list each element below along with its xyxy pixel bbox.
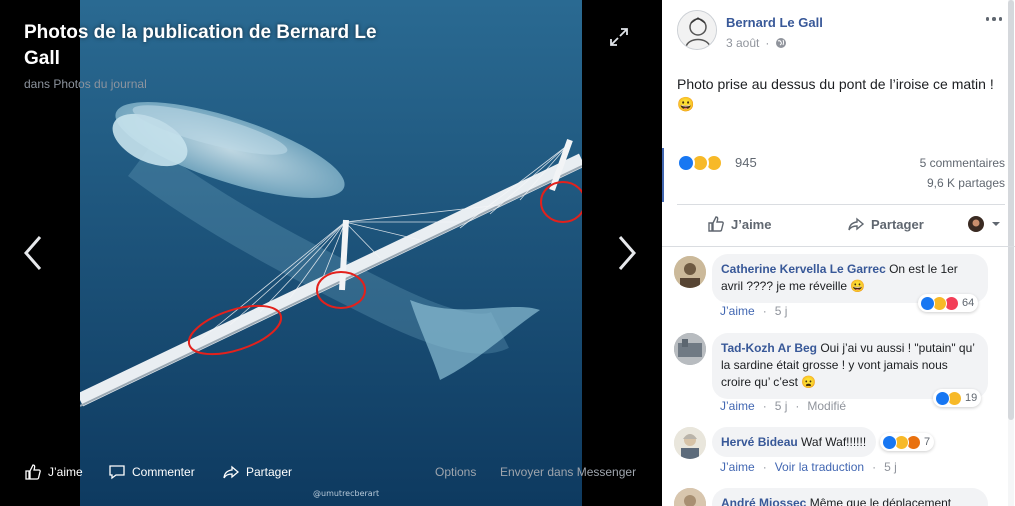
more-options-icon[interactable]	[983, 12, 1005, 26]
viewer-comment-label: Commenter	[132, 465, 195, 479]
globe-icon[interactable]	[775, 37, 787, 49]
share-arrow-icon	[848, 217, 865, 231]
author-name-link[interactable]: Bernard Le Gall	[726, 15, 823, 30]
comment-author-link[interactable]: Hervé Bideau	[721, 435, 798, 449]
comment-reactions[interactable]: 7	[880, 433, 935, 451]
comment-time[interactable]: 5 j	[775, 304, 788, 318]
viewer-options-label: Options	[435, 465, 477, 479]
thumbs-up-icon	[25, 464, 41, 480]
viewer-subtitle[interactable]: dans Photos du journal	[24, 77, 147, 91]
like-button[interactable]: J’aime	[707, 215, 771, 233]
divider	[662, 246, 1015, 247]
post-date[interactable]: 3 août	[726, 36, 759, 50]
dot-separator: ·	[765, 36, 770, 50]
viewer-share-button[interactable]: Partager	[222, 462, 292, 482]
like-reaction-icon	[935, 390, 950, 406]
comment-reaction-count: 19	[965, 392, 978, 404]
commenter-avatar[interactable]	[674, 488, 706, 506]
comment-bubble-icon	[109, 465, 125, 480]
comment-author-link[interactable]: Catherine Kervella Le Garrec	[721, 262, 886, 276]
viewer-messenger-label: Envoyer dans Messenger	[500, 465, 637, 479]
react-as-selector[interactable]	[967, 215, 1001, 233]
worried-emoji-icon: 😦	[801, 375, 817, 389]
commenter-avatar[interactable]	[674, 333, 706, 365]
reaction-icons[interactable]	[677, 154, 723, 172]
comment-time[interactable]: 5 j	[884, 460, 897, 474]
comment-edited-label[interactable]: Modifié	[807, 399, 846, 413]
comment-reaction-count: 7	[924, 436, 931, 448]
like-reaction-icon	[920, 295, 935, 311]
comment-like-link[interactable]: J’aime	[720, 304, 755, 318]
grinning-emoji-icon: 😀	[677, 96, 695, 112]
comment-meta: J’aime · 5 j · Modifié	[720, 399, 846, 413]
comment-time[interactable]: 5 j	[775, 399, 788, 413]
comment-author-link[interactable]: Tad-Kozh Ar Beg	[721, 341, 817, 355]
dot-separator: ·	[762, 399, 767, 413]
share-arrow-icon	[223, 465, 240, 479]
viewer-messenger-link[interactable]: Envoyer dans Messenger	[500, 462, 636, 482]
share-button-label: Partager	[871, 216, 924, 232]
comment-text: Même que le déplacement	[809, 496, 952, 506]
see-translation-link[interactable]: Voir la traduction	[775, 460, 864, 474]
comment-reactions[interactable]: 19	[933, 389, 982, 407]
viewer-title: Photos de la publication de Bernard Le G…	[24, 22, 377, 69]
dot-separator: ·	[762, 304, 767, 318]
comment-author-link[interactable]: André Miossec	[721, 496, 806, 506]
commenter-avatar-image	[674, 488, 706, 506]
next-photo-arrow-icon[interactable]	[612, 233, 642, 273]
thumbs-up-icon	[708, 216, 724, 232]
comment-meta: J’aime · 5 j	[720, 304, 787, 318]
viewer-share-label: Partager	[246, 465, 293, 479]
focus-accent-bar	[662, 148, 664, 202]
like-reaction-icon	[677, 154, 695, 172]
like-button-label: J’aime	[731, 216, 772, 232]
like-reaction-icon	[882, 434, 897, 450]
comment-bubble: André Miossec Même que le déplacement	[712, 488, 988, 506]
grinning-emoji-icon: 😀	[850, 279, 866, 293]
comment-like-link[interactable]: J’aime	[720, 399, 755, 413]
photo-illustration	[80, 0, 582, 506]
viewer-comment-button[interactable]: Commenter	[108, 462, 195, 482]
author-avatar-image	[678, 11, 716, 49]
author-avatar[interactable]	[677, 10, 717, 50]
post-photo[interactable]: @umutrecberart	[80, 0, 582, 506]
dot-separator: ·	[762, 460, 767, 474]
commenter-avatar-image	[674, 427, 706, 459]
comment-meta: J’aime · Voir la traduction · 5 j	[720, 460, 897, 474]
share-button[interactable]: Partager	[847, 215, 924, 233]
comment-bubble: Hervé Bideau Waf Waf!!!!!!	[712, 427, 877, 457]
previous-photo-arrow-icon[interactable]	[18, 233, 48, 273]
dot-separator: ·	[795, 399, 800, 413]
comment-reactions[interactable]: 64	[918, 294, 979, 312]
comment-reaction-count: 64	[962, 297, 975, 309]
expand-icon[interactable]	[608, 26, 630, 48]
post-action-bar: J’aime Partager	[677, 205, 1005, 245]
comments-count-link[interactable]: 5 commentaires	[920, 156, 1005, 170]
viewer-like-label: J’aime	[48, 465, 83, 479]
comment-like-link[interactable]: J’aime	[720, 460, 755, 474]
commenter-avatar-image	[674, 333, 706, 365]
viewer-like-button[interactable]: J’aime	[24, 462, 83, 482]
post-text: Photo prise au dessus du pont de l’irois…	[677, 74, 997, 114]
photo-credit: @umutrecberart	[313, 489, 380, 498]
commenter-avatar[interactable]	[674, 427, 706, 459]
dot-separator: ·	[872, 460, 877, 474]
viewer-options-link[interactable]: Options	[435, 462, 476, 482]
commenter-avatar[interactable]	[674, 256, 706, 288]
commenter-avatar-image	[674, 256, 706, 288]
chevron-down-icon	[992, 222, 1000, 226]
post-side-panel: Bernard Le Gall 3 août · Photo prise au …	[662, 0, 1015, 506]
profile-avatar-icon	[968, 216, 984, 232]
comment-text: Waf Waf!!!!!!	[801, 435, 867, 449]
photo-viewer: @umutrecberart Photos de la publication …	[0, 0, 662, 506]
post-meta: 3 août ·	[726, 36, 787, 50]
viewer-action-bar: J’aime Commenter Partager Options Envoye…	[24, 462, 644, 482]
shares-count-link[interactable]: 9,6 K partages	[927, 176, 1005, 190]
post-text-body: Photo prise au dessus du pont de l’irois…	[677, 76, 994, 92]
reaction-count[interactable]: 945	[735, 155, 757, 170]
scrollbar-thumb[interactable]	[1008, 0, 1014, 420]
